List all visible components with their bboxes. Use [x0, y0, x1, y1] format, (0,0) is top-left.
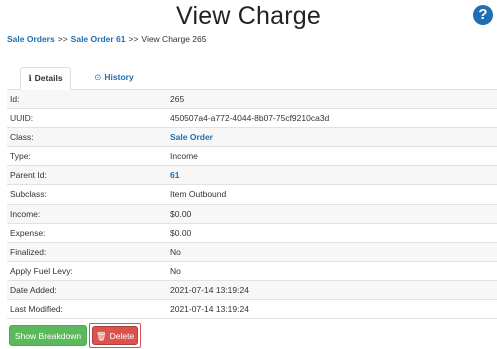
row-value: No: [170, 246, 181, 257]
trash-icon: 🗑: [95, 331, 107, 341]
row-value: Item Outbound: [170, 189, 227, 200]
breadcrumb-separator: >>: [57, 34, 68, 44]
details-row-income: Income: $0.00: [7, 204, 497, 224]
tab-details[interactable]: ℹ Details: [20, 67, 71, 90]
row-label: Finalized:: [10, 246, 47, 257]
details-table: Id: 265 UUID: 450507a4-a772-4044-8b07-75cf…: [7, 90, 497, 320]
tab-history[interactable]: ⊙ History: [80, 67, 148, 90]
details-row-class: Class: Sale Order: [7, 128, 497, 148]
row-label: Id:: [10, 94, 20, 104]
tab-history-label: History: [104, 72, 134, 82]
row-value: Income: [170, 151, 198, 162]
details-row-last-modified: Last Modified: 2021-07-14 13:19:24: [7, 300, 497, 320]
row-label: Apply Fuel Levy:: [10, 265, 73, 276]
row-label: Expense:: [10, 227, 46, 238]
page-title: View Charge: [176, 2, 321, 30]
breadcrumb-separator: >>: [128, 34, 139, 44]
breadcrumb-sale-orders[interactable]: Sale Orders: [7, 34, 55, 44]
details-row-subclass: Subclass: Item Outbound: [7, 185, 497, 205]
row-label: Type:: [10, 151, 31, 162]
breadcrumb: Sale Orders >> Sale Order 61 >> View Charge …: [7, 34, 206, 44]
details-row-finalized: Finalized: No: [7, 242, 497, 262]
breadcrumb-current: View Charge 265: [141, 34, 207, 44]
clock-icon: ⊙: [94, 72, 102, 82]
details-row-expense: Expense: $0.00: [7, 224, 497, 243]
details-row-date-added: Date Added: 2021-07-14 13:19:24: [7, 280, 497, 301]
info-icon: ℹ: [28, 73, 32, 83]
row-value: 2021-07-14 13:19:24: [170, 284, 249, 295]
row-label: Date Added:: [10, 284, 57, 295]
delete-button-label: Delete: [109, 331, 135, 341]
row-label: Parent Id:: [10, 170, 47, 181]
details-row-type: Type: Income: [7, 147, 497, 167]
row-label: UUID:: [10, 113, 34, 124]
row-value: 265: [170, 94, 185, 104]
row-label: Income:: [10, 208, 41, 219]
help-icon[interactable]: ?: [473, 5, 493, 25]
row-value: 450507a4-a772-4044-8b07-75cf9210ca3d: [170, 113, 330, 124]
class-link[interactable]: Sale Order: [170, 128, 213, 147]
parent-id-link[interactable]: 61: [170, 166, 179, 185]
row-label: Class:: [10, 132, 34, 143]
row-value: $0.00: [170, 227, 192, 238]
details-row-uuid: UUID: 450507a4-a772-4044-8b07-75cf9210ca3…: [7, 109, 497, 129]
details-row-id: Id: 265: [7, 90, 497, 110]
breadcrumb-sale-order[interactable]: Sale Order 61: [71, 34, 126, 44]
row-label: Subclass:: [10, 189, 47, 200]
row-value: $0.00: [170, 208, 192, 219]
details-row-fuel-levy: Apply Fuel Levy: No: [7, 262, 497, 281]
tab-details-label: Details: [34, 73, 63, 83]
row-label: Last Modified:: [10, 304, 63, 315]
details-row-parent-id: Parent Id: 61: [7, 166, 497, 186]
delete-button[interactable]: 🗑 Delete: [92, 326, 138, 345]
row-value: No: [170, 265, 181, 276]
show-breakdown-button[interactable]: Show Breakdown: [9, 325, 87, 346]
row-value: 2021-07-14 13:19:24: [170, 304, 249, 315]
